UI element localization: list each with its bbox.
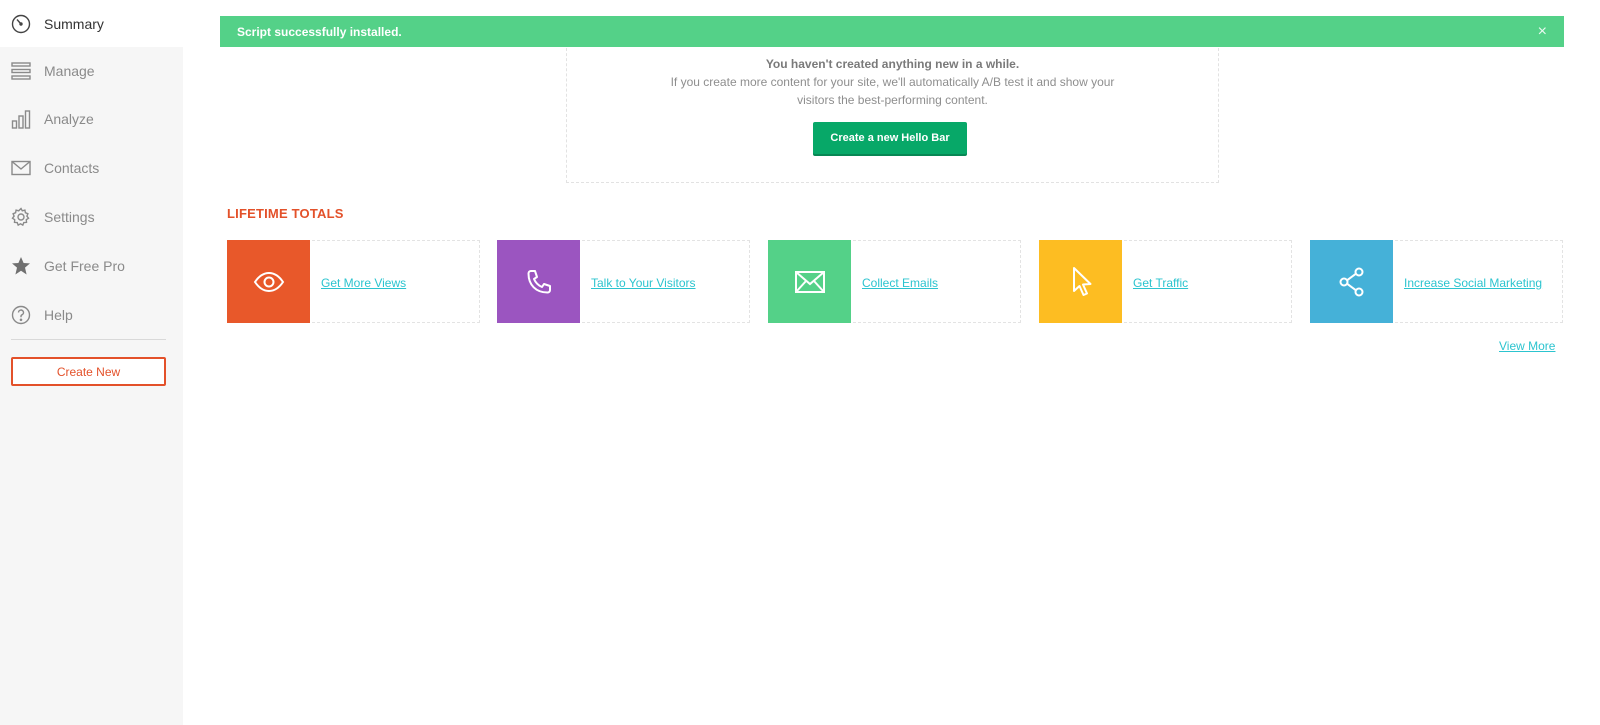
empty-state-panel: You haven't created anything new in a wh…: [566, 48, 1219, 183]
sidebar-item-label: Manage: [44, 62, 95, 79]
list-icon: [10, 60, 32, 82]
sidebar-item-help[interactable]: Help: [0, 291, 183, 338]
sidebar-item-get-free-pro[interactable]: Get Free Pro: [0, 242, 183, 289]
alert-message: Script successfully installed.: [237, 24, 402, 39]
sidebar-divider: [11, 339, 166, 340]
phone-icon: [497, 240, 580, 323]
eye-icon: [227, 240, 310, 323]
create-new-button[interactable]: Create New: [11, 357, 166, 386]
goal-link[interactable]: Increase Social Marketing: [1404, 276, 1542, 290]
sidebar-item-label: Settings: [44, 208, 95, 225]
goal-link[interactable]: Get More Views: [321, 276, 406, 290]
sidebar: Summary Manage Analyze Contacts Settings…: [0, 0, 183, 725]
share-icon: [1310, 240, 1393, 323]
goal-card-social[interactable]: Increase Social Marketing: [1310, 240, 1563, 323]
sidebar-item-contacts[interactable]: Contacts: [0, 144, 183, 191]
goal-card-talk[interactable]: Talk to Your Visitors: [497, 240, 750, 323]
sidebar-item-label: Summary: [44, 15, 104, 32]
cursor-icon: [1039, 240, 1122, 323]
sidebar-item-settings[interactable]: Settings: [0, 193, 183, 240]
bar-chart-icon: [10, 108, 32, 130]
sidebar-item-summary[interactable]: Summary: [0, 0, 183, 47]
view-more-link[interactable]: View More: [1499, 339, 1555, 353]
gauge-icon: [10, 13, 32, 35]
sidebar-item-label: Contacts: [44, 159, 100, 176]
close-icon[interactable]: ×: [1538, 23, 1547, 41]
sidebar-item-label: Get Free Pro: [44, 257, 125, 274]
envelope-icon: [10, 157, 32, 179]
goal-card-traffic[interactable]: Get Traffic: [1039, 240, 1292, 323]
goal-link[interactable]: Collect Emails: [862, 276, 938, 290]
sidebar-item-label: Help: [44, 306, 73, 323]
empty-state-description: If you create more content for your site…: [670, 75, 1115, 107]
sidebar-item-manage[interactable]: Manage: [0, 47, 183, 94]
goal-link[interactable]: Get Traffic: [1133, 276, 1188, 290]
success-alert: Script successfully installed. ×: [220, 16, 1564, 47]
envelope-icon: [768, 240, 851, 323]
goal-link[interactable]: Talk to Your Visitors: [591, 276, 696, 290]
goal-card-emails[interactable]: Collect Emails: [768, 240, 1021, 323]
create-hello-bar-button[interactable]: Create a new Hello Bar: [813, 122, 967, 154]
question-icon: [10, 304, 32, 326]
gear-icon: [10, 206, 32, 228]
sidebar-item-analyze[interactable]: Analyze: [0, 95, 183, 142]
empty-state-title: You haven't created anything new in a wh…: [765, 57, 1020, 71]
star-icon: [10, 255, 32, 277]
sidebar-item-label: Analyze: [44, 110, 94, 127]
section-title: LIFETIME TOTALS: [227, 206, 344, 221]
goal-card-views[interactable]: Get More Views: [227, 240, 480, 323]
